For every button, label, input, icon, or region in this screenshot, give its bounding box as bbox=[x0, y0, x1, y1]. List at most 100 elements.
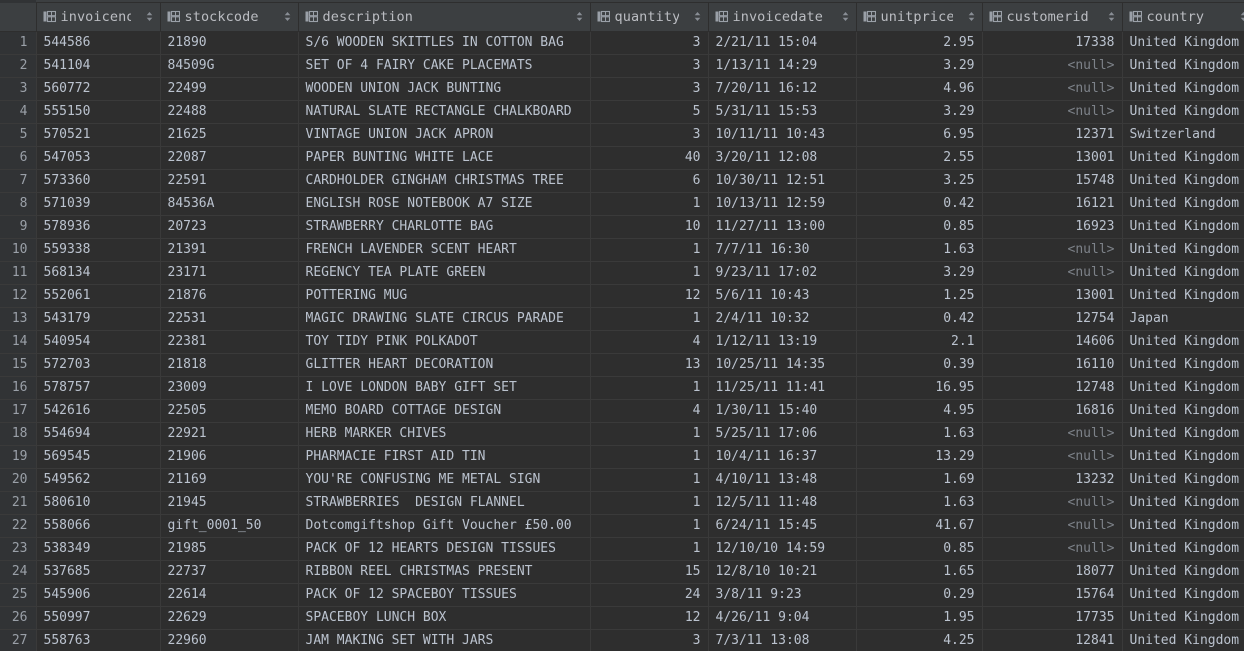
table-row[interactable]: 11 568134 23171 REGENCY TEA PLATE GREEN 1 9/2… bbox=[0, 261, 1244, 285]
cell-customerid[interactable]: 15748 bbox=[982, 169, 1123, 193]
row-number-cell[interactable]: 15 bbox=[0, 353, 37, 377]
row-number-cell[interactable]: 17 bbox=[0, 399, 37, 423]
table-row[interactable]: 18 554694 22921 HERB MARKER CHIVES 1 5/25/11 … bbox=[0, 422, 1244, 446]
cell-country[interactable]: United Kingdom bbox=[1122, 261, 1244, 285]
cell-stockcode[interactable]: 22737 bbox=[160, 560, 299, 584]
table-row[interactable]: 16 578757 23009 I LOVE LONDON BABY GIFT SET… bbox=[0, 376, 1244, 400]
cell-country[interactable]: United Kingdom bbox=[1122, 422, 1244, 446]
cell-unitprice[interactable]: 2.1 bbox=[856, 330, 983, 354]
row-number-cell[interactable]: 11 bbox=[0, 261, 37, 285]
cell-invoiceno[interactable]: 555150 bbox=[36, 100, 161, 124]
cell-invoiceno[interactable]: 538349 bbox=[36, 537, 161, 561]
cell-quantity[interactable]: 10 bbox=[590, 215, 709, 239]
cell-customerid[interactable]: 15764 bbox=[982, 583, 1123, 607]
cell-quantity[interactable]: 1 bbox=[590, 537, 709, 561]
cell-quantity[interactable]: 1 bbox=[590, 192, 709, 216]
cell-stockcode[interactable]: 22087 bbox=[160, 146, 299, 170]
cell-unitprice[interactable]: 3.29 bbox=[856, 261, 983, 285]
row-number-cell[interactable]: 2 bbox=[0, 54, 37, 78]
cell-stockcode[interactable]: 20723 bbox=[160, 215, 299, 239]
cell-unitprice[interactable]: 4.96 bbox=[856, 77, 983, 101]
cell-stockcode[interactable]: 21876 bbox=[160, 284, 299, 308]
cell-quantity[interactable]: 1 bbox=[590, 468, 709, 492]
cell-country[interactable]: United Kingdom bbox=[1122, 169, 1244, 193]
cell-quantity[interactable]: 12 bbox=[590, 284, 709, 308]
row-number-cell[interactable]: 16 bbox=[0, 376, 37, 400]
table-row[interactable]: 6 547053 22087 PAPER BUNTING WHITE LACE 40 3/… bbox=[0, 146, 1244, 170]
sort-updown-icon[interactable] bbox=[1239, 10, 1244, 23]
cell-invoicedate[interactable]: 4/26/11 9:04 bbox=[708, 606, 857, 630]
cell-invoicedate[interactable]: 7/3/11 13:08 bbox=[708, 629, 857, 651]
cell-country[interactable]: United Kingdom bbox=[1122, 146, 1244, 170]
table-row[interactable]: 12 552061 21876 POTTERING MUG 12 5/6/11 10:43… bbox=[0, 284, 1244, 308]
cell-invoicedate[interactable]: 9/23/11 17:02 bbox=[708, 261, 857, 285]
cell-invoicedate[interactable]: 3/20/11 12:08 bbox=[708, 146, 857, 170]
cell-country[interactable]: United Kingdom bbox=[1122, 353, 1244, 377]
cell-quantity[interactable]: 3 bbox=[590, 123, 709, 147]
row-number-cell[interactable]: 12 bbox=[0, 284, 37, 308]
cell-stockcode[interactable]: 22531 bbox=[160, 307, 299, 331]
cell-country[interactable]: Japan bbox=[1122, 307, 1244, 331]
cell-quantity[interactable]: 6 bbox=[590, 169, 709, 193]
cell-customerid[interactable]: <null> bbox=[982, 54, 1123, 78]
cell-description[interactable]: STRAWBERRIES DESIGN FLANNEL bbox=[298, 491, 591, 515]
cell-description[interactable]: Dotcomgiftshop Gift Voucher £50.00 bbox=[298, 514, 591, 538]
row-number-cell[interactable]: 25 bbox=[0, 583, 37, 607]
cell-invoiceno[interactable]: 540954 bbox=[36, 330, 161, 354]
cell-quantity[interactable]: 13 bbox=[590, 353, 709, 377]
cell-country[interactable]: Switzerland bbox=[1122, 123, 1244, 147]
cell-invoiceno[interactable]: 578936 bbox=[36, 215, 161, 239]
cell-description[interactable]: WOODEN UNION JACK BUNTING bbox=[298, 77, 591, 101]
column-header-stockcode[interactable]: stockcode bbox=[160, 3, 299, 32]
cell-invoiceno[interactable]: 549562 bbox=[36, 468, 161, 492]
cell-invoicedate[interactable]: 5/6/11 10:43 bbox=[708, 284, 857, 308]
cell-description[interactable]: PHARMACIE FIRST AID TIN bbox=[298, 445, 591, 469]
cell-unitprice[interactable]: 6.95 bbox=[856, 123, 983, 147]
cell-quantity[interactable]: 3 bbox=[590, 629, 709, 651]
table-row[interactable]: 21 580610 21945 STRAWBERRIES DESIGN FLANNEL… bbox=[0, 491, 1244, 515]
cell-invoicedate[interactable]: 12/5/11 11:48 bbox=[708, 491, 857, 515]
cell-stockcode[interactable]: 21391 bbox=[160, 238, 299, 262]
cell-invoiceno[interactable]: 572703 bbox=[36, 353, 161, 377]
cell-customerid[interactable]: <null> bbox=[982, 514, 1123, 538]
cell-customerid[interactable]: 13001 bbox=[982, 284, 1123, 308]
column-header-invoicedate[interactable]: invoicedate bbox=[708, 3, 857, 32]
cell-customerid[interactable]: 12754 bbox=[982, 307, 1123, 331]
cell-invoiceno[interactable]: 537685 bbox=[36, 560, 161, 584]
cell-invoiceno[interactable]: 569545 bbox=[36, 445, 161, 469]
cell-invoicedate[interactable]: 5/31/11 15:53 bbox=[708, 100, 857, 124]
cell-invoiceno[interactable]: 559338 bbox=[36, 238, 161, 262]
cell-description[interactable]: RIBBON REEL CHRISTMAS PRESENT bbox=[298, 560, 591, 584]
cell-unitprice[interactable]: 1.63 bbox=[856, 491, 983, 515]
cell-unitprice[interactable]: 1.69 bbox=[856, 468, 983, 492]
cell-quantity[interactable]: 3 bbox=[590, 77, 709, 101]
cell-invoiceno[interactable]: 543179 bbox=[36, 307, 161, 331]
cell-invoiceno[interactable]: 541104 bbox=[36, 54, 161, 78]
cell-description[interactable]: GLITTER HEART DECORATION bbox=[298, 353, 591, 377]
row-number-cell[interactable]: 18 bbox=[0, 422, 37, 446]
sort-updown-icon[interactable] bbox=[1107, 10, 1116, 23]
cell-description[interactable]: I LOVE LONDON BABY GIFT SET bbox=[298, 376, 591, 400]
cell-quantity[interactable]: 40 bbox=[590, 146, 709, 170]
row-number-cell[interactable]: 4 bbox=[0, 100, 37, 124]
cell-description[interactable]: FRENCH LAVENDER SCENT HEART bbox=[298, 238, 591, 262]
table-row[interactable]: 19 569545 21906 PHARMACIE FIRST AID TIN 1 10/… bbox=[0, 445, 1244, 469]
cell-unitprice[interactable]: 13.29 bbox=[856, 445, 983, 469]
cell-invoiceno[interactable]: 578757 bbox=[36, 376, 161, 400]
table-row[interactable]: 24 537685 22737 RIBBON REEL CHRISTMAS PRESE… bbox=[0, 560, 1244, 584]
cell-stockcode[interactable]: 21890 bbox=[160, 31, 299, 55]
cell-country[interactable]: United Kingdom bbox=[1122, 606, 1244, 630]
cell-country[interactable]: United Kingdom bbox=[1122, 514, 1244, 538]
cell-customerid[interactable]: 12371 bbox=[982, 123, 1123, 147]
cell-customerid[interactable]: <null> bbox=[982, 238, 1123, 262]
table-row[interactable]: 23 538349 21985 PACK OF 12 HEARTS DESIGN TI… bbox=[0, 537, 1244, 561]
sort-updown-icon[interactable] bbox=[967, 10, 976, 23]
cell-description[interactable]: S/6 WOODEN SKITTLES IN COTTON BAG bbox=[298, 31, 591, 55]
cell-quantity[interactable]: 3 bbox=[590, 31, 709, 55]
cell-stockcode[interactable]: 84509G bbox=[160, 54, 299, 78]
row-number-cell[interactable]: 23 bbox=[0, 537, 37, 561]
cell-unitprice[interactable]: 16.95 bbox=[856, 376, 983, 400]
table-row[interactable]: 13 543179 22531 MAGIC DRAWING SLATE CIRCUS … bbox=[0, 307, 1244, 331]
cell-invoiceno[interactable]: 558066 bbox=[36, 514, 161, 538]
table-row[interactable]: 4 555150 22488 NATURAL SLATE RECTANGLE CHAL… bbox=[0, 100, 1244, 124]
